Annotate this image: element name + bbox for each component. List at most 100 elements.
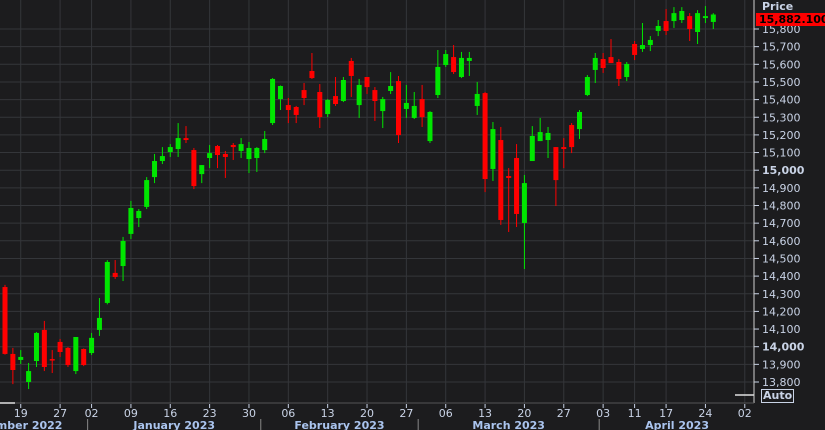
y-axis-label: Price xyxy=(762,0,794,13)
candle xyxy=(624,62,630,82)
candle xyxy=(41,320,47,372)
candle-body xyxy=(65,347,71,366)
x-tick-label: 02 xyxy=(85,407,99,420)
candle xyxy=(474,81,480,115)
candle-body xyxy=(89,337,95,354)
candle xyxy=(435,50,441,99)
y-tick-label: 14,500 xyxy=(762,252,801,265)
candle xyxy=(403,84,409,118)
candle xyxy=(159,147,165,165)
candle-body xyxy=(647,39,653,46)
candle xyxy=(655,19,661,37)
candle-body xyxy=(183,138,189,141)
candle xyxy=(175,123,181,157)
candle-body xyxy=(671,13,677,22)
candle xyxy=(96,297,102,336)
candle xyxy=(144,177,150,210)
candle xyxy=(128,200,134,240)
candle xyxy=(238,138,244,159)
candle xyxy=(262,131,268,154)
candle-body xyxy=(710,14,716,22)
candle-body xyxy=(451,57,457,73)
y-tick-label: 15,000 xyxy=(762,164,805,177)
candle-body xyxy=(207,153,213,159)
candle xyxy=(2,284,8,355)
y-tick-label: 14,800 xyxy=(762,200,801,213)
candle-body xyxy=(427,111,433,142)
candle-body xyxy=(482,93,488,180)
candle-body xyxy=(435,66,441,96)
candle xyxy=(317,84,323,129)
candle-body xyxy=(41,329,47,367)
candle-body xyxy=(277,86,283,100)
candle xyxy=(325,99,331,118)
x-tick-label: 27 xyxy=(399,407,413,420)
candle xyxy=(506,168,512,232)
candle-body xyxy=(514,158,520,214)
y-tick-label: 15,200 xyxy=(762,129,801,142)
candle xyxy=(529,126,535,162)
candle-body xyxy=(388,86,394,91)
candle-body xyxy=(655,25,661,31)
candle-body xyxy=(175,138,181,150)
candle xyxy=(270,78,276,126)
candle-body xyxy=(403,102,409,109)
candle-body xyxy=(702,16,708,19)
candle-body xyxy=(81,348,87,366)
auto-scale-button[interactable]: Auto xyxy=(761,389,795,403)
candle-body xyxy=(679,10,685,20)
candle xyxy=(569,123,575,154)
candle-body xyxy=(498,140,504,220)
candle-body xyxy=(191,150,197,187)
candle xyxy=(33,332,39,367)
candle-body xyxy=(325,99,331,115)
candle xyxy=(340,77,346,103)
candle xyxy=(222,150,228,178)
candle xyxy=(57,338,63,357)
candle-body xyxy=(364,77,370,88)
candle-body xyxy=(333,96,339,105)
candle xyxy=(514,144,520,228)
candle-body xyxy=(372,90,378,102)
candle-body xyxy=(561,147,567,150)
candle-body xyxy=(10,353,16,370)
candle xyxy=(112,260,118,279)
candle-body xyxy=(348,60,354,76)
x-tick-label: 06 xyxy=(281,407,295,420)
candle xyxy=(348,57,354,97)
candles xyxy=(2,6,716,390)
candle-body xyxy=(663,21,669,31)
candle xyxy=(600,53,606,73)
candle xyxy=(671,7,677,28)
candle-body xyxy=(584,77,590,96)
month-label: March 2023 xyxy=(472,419,545,430)
candle xyxy=(277,85,283,111)
candle-body xyxy=(96,317,102,330)
candle-body xyxy=(616,62,622,79)
candle xyxy=(254,147,260,172)
y-tick-label: 15,500 xyxy=(762,76,801,89)
candle xyxy=(191,147,197,190)
candle xyxy=(364,77,370,94)
x-tick-label: 03 xyxy=(596,407,610,420)
candle-body xyxy=(466,57,472,61)
candle-body xyxy=(49,359,55,361)
candle xyxy=(608,39,614,64)
candle-body xyxy=(458,57,464,78)
candle xyxy=(10,347,16,385)
candle-body xyxy=(490,129,496,169)
candle xyxy=(380,96,386,129)
month-label: February 2023 xyxy=(294,419,384,430)
candle-body xyxy=(238,144,244,151)
candle-body xyxy=(639,45,645,49)
candle-body xyxy=(577,111,583,130)
candle-body xyxy=(380,99,386,112)
candle xyxy=(246,141,252,174)
y-tick-label: 15,300 xyxy=(762,111,801,124)
candle xyxy=(427,111,433,144)
candle-body xyxy=(506,176,512,178)
candle xyxy=(293,105,299,124)
candle-body xyxy=(569,125,575,148)
y-tick-label: 14,900 xyxy=(762,182,801,195)
y-tick-label: 14,200 xyxy=(762,305,801,318)
